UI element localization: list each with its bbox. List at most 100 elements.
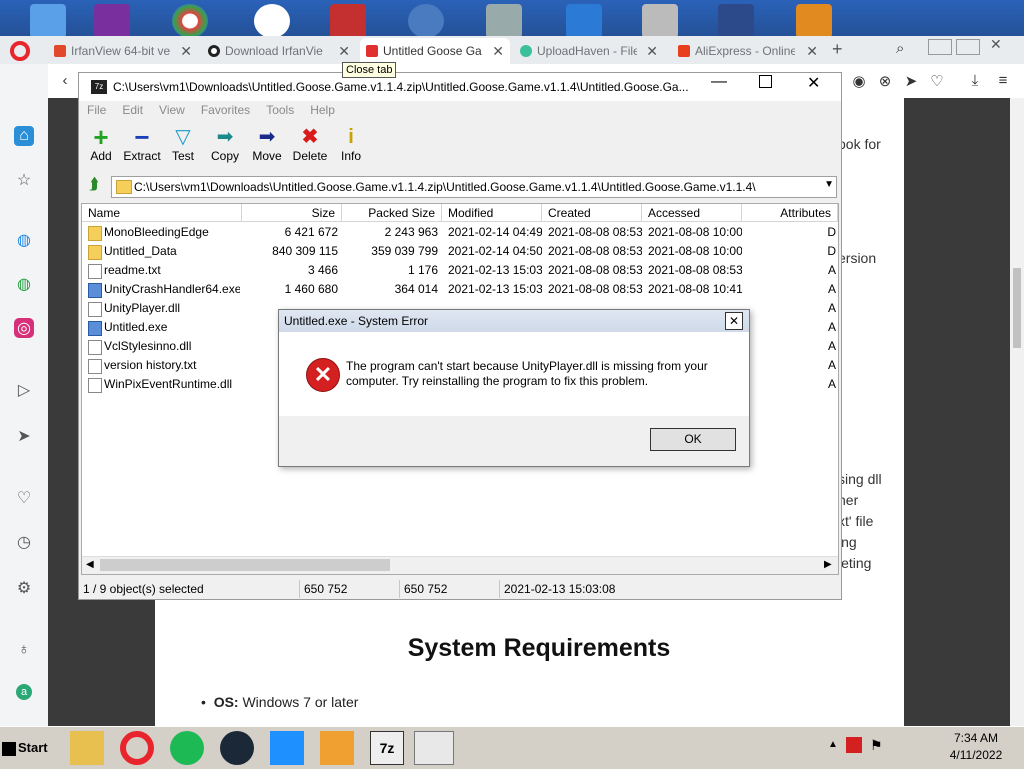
spotify-icon[interactable]: [170, 731, 204, 765]
minimize-button[interactable]: —: [711, 73, 727, 91]
heart-icon[interactable]: ♡: [928, 72, 946, 90]
back-arrow-icon[interactable]: ‹: [56, 72, 74, 90]
add-button[interactable]: + Add: [79, 124, 123, 163]
tab-aliexpress[interactable]: AliExpress - Online ✕: [672, 38, 824, 64]
steam-icon[interactable]: [220, 731, 254, 765]
page-scrollbar[interactable]: [1010, 98, 1024, 726]
extract-button[interactable]: − Extract: [119, 124, 165, 163]
close-icon[interactable]: ✕: [338, 43, 350, 60]
close-icon[interactable]: ✕: [180, 43, 192, 60]
column-header-name[interactable]: Name: [82, 204, 242, 222]
info-button[interactable]: i Info: [329, 125, 373, 163]
table-row[interactable]: readme.txt 3 466 1 176 2021-02-13 15:03 2021…: [82, 261, 838, 280]
up-folder-icon[interactable]: ⮭: [83, 176, 105, 196]
column-header-packed-size[interactable]: Packed Size: [342, 204, 442, 222]
opera-icon[interactable]: [120, 731, 154, 765]
close-icon[interactable]: ✕: [492, 43, 504, 60]
menu-favorites[interactable]: Favorites: [193, 101, 258, 121]
download-icon[interactable]: ⤓: [966, 72, 984, 90]
chrome-icon[interactable]: [172, 4, 208, 38]
copy-button[interactable]: ➡ Copy: [203, 125, 247, 163]
menu-icon[interactable]: ≡: [994, 72, 1012, 90]
ok-button[interactable]: OK: [650, 428, 736, 451]
clock-date[interactable]: 4/11/2022: [940, 748, 1012, 762]
delete-button[interactable]: ✖ Delete: [288, 125, 332, 163]
menu-view[interactable]: View: [151, 101, 193, 121]
column-header-size[interactable]: Size: [242, 204, 342, 222]
scroll-right-icon[interactable]: ▶: [824, 559, 832, 570]
start-button[interactable]: Start: [2, 735, 52, 761]
clock-time[interactable]: 7:34 AM: [940, 731, 1012, 745]
app-icon[interactable]: [796, 4, 832, 38]
tab-uploadhaven[interactable]: UploadHaven - File ✕: [514, 38, 664, 64]
menu-tools[interactable]: Tools: [258, 101, 302, 121]
instagram-icon[interactable]: ◎: [14, 318, 34, 338]
browser-close-button[interactable]: ✕: [990, 36, 1002, 53]
opera-logo-icon[interactable]: [10, 41, 30, 61]
desktop-app-icon[interactable]: [94, 4, 130, 38]
flag-icon[interactable]: ⚑: [870, 737, 883, 754]
table-row[interactable]: MonoBleedingEdge 6 421 672 2 243 963 2021-0…: [82, 223, 838, 242]
media-player-icon[interactable]: [320, 731, 354, 765]
send-icon[interactable]: ➤: [14, 426, 34, 446]
windows-icon[interactable]: [270, 731, 304, 765]
bulb-icon[interactable]: ♁: [14, 640, 34, 660]
camera-icon[interactable]: ◉: [850, 72, 868, 90]
desktop-folder-icon[interactable]: [30, 4, 66, 38]
menu-file[interactable]: File: [79, 101, 114, 121]
minimize-button[interactable]: [928, 39, 952, 55]
menu-help[interactable]: Help: [302, 101, 343, 121]
move-button[interactable]: ➡ Move: [245, 125, 289, 163]
table-row[interactable]: UnityCrashHandler64.exe 1 460 680 364 014 2…: [82, 280, 838, 299]
vscode-icon[interactable]: [566, 4, 602, 38]
whatsapp-icon[interactable]: ◍: [14, 274, 34, 294]
table-row[interactable]: Untitled_Data 840 309 115 359 039 799 2021-…: [82, 242, 838, 261]
horizontal-scrollbar[interactable]: ◀ ▶: [82, 556, 838, 574]
player-icon[interactable]: ▷: [14, 380, 34, 400]
chevron-down-icon[interactable]: ▼: [824, 179, 834, 190]
7zip-taskbar-icon[interactable]: 7z: [370, 731, 404, 765]
search-tabs-icon[interactable]: ⌕: [896, 40, 904, 57]
send-icon[interactable]: ➤: [902, 72, 920, 90]
app-icon[interactable]: [254, 4, 290, 38]
star-icon[interactable]: ☆: [14, 170, 34, 190]
dialog-titlebar[interactable]: Untitled.exe - System Error ✕: [279, 310, 749, 332]
7zip-titlebar[interactable]: 7z C:\Users\vm1\Downloads\Untitled.Goose…: [79, 73, 841, 101]
block-icon[interactable]: ⊗: [876, 72, 894, 90]
close-icon[interactable]: ✕: [806, 43, 818, 60]
tab-untitled-goose[interactable]: Untitled Goose Ga ✕: [360, 38, 510, 64]
settings-gear-icon[interactable]: ⚙: [14, 578, 34, 598]
close-button[interactable]: ✕: [807, 73, 820, 93]
column-header-accessed[interactable]: Accessed: [642, 204, 742, 222]
scrollbar-thumb[interactable]: [1013, 268, 1021, 348]
heart-icon[interactable]: ♡: [14, 488, 34, 508]
history-icon[interactable]: ◷: [14, 532, 34, 552]
home-icon[interactable]: ⌂: [14, 126, 34, 146]
messenger-icon[interactable]: ◍: [14, 230, 34, 250]
app-icon[interactable]: [408, 4, 444, 38]
tab-download-irfanview[interactable]: Download IrfanVie ✕: [202, 38, 356, 64]
column-header-modified[interactable]: Modified: [442, 204, 542, 222]
tab-irfanview[interactable]: IrfanView 64-bit ve ✕: [48, 38, 198, 64]
aria-icon[interactable]: a: [16, 684, 32, 700]
test-button[interactable]: ▽ Test: [161, 125, 205, 163]
app-icon[interactable]: [486, 4, 522, 38]
new-tab-plus-icon[interactable]: +: [832, 39, 843, 60]
maximize-button[interactable]: [956, 39, 980, 55]
tray-app-icon[interactable]: [846, 737, 862, 753]
tray-expand-icon[interactable]: ▲: [828, 739, 838, 750]
path-input[interactable]: C:\Users\vm1\Downloads\Untitled.Goose.Ga…: [111, 176, 837, 198]
column-header-attributes[interactable]: Attributes: [742, 204, 838, 222]
menu-edit[interactable]: Edit: [114, 101, 151, 121]
7zip-window-taskbar-button[interactable]: [414, 731, 454, 765]
maximize-button[interactable]: [759, 75, 772, 88]
lock-icon[interactable]: [642, 4, 678, 38]
close-icon[interactable]: ✕: [646, 43, 658, 60]
app-icon[interactable]: [718, 4, 754, 38]
scroll-left-icon[interactable]: ◀: [86, 559, 94, 570]
column-header-created[interactable]: Created: [542, 204, 642, 222]
dialog-close-button[interactable]: ✕: [725, 312, 743, 330]
scrollbar-thumb[interactable]: [100, 559, 390, 571]
file-explorer-icon[interactable]: [70, 731, 104, 765]
app-icon[interactable]: [330, 4, 366, 38]
